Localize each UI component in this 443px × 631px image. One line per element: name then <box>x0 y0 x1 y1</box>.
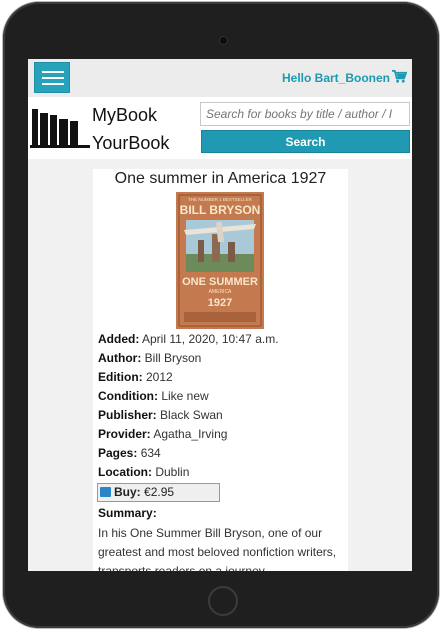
detail-value: 634 <box>140 446 161 460</box>
detail-author: Author: Bill Bryson <box>98 349 343 368</box>
logo-books-icon[interactable] <box>30 105 90 149</box>
detail-value: April 11, 2020, 10:47 a.m. <box>142 332 279 346</box>
detail-label: Location: <box>98 465 152 479</box>
detail-publisher: Publisher: Black Swan <box>98 406 343 425</box>
detail-added: Added: April 11, 2020, 10:47 a.m. <box>98 330 343 349</box>
summary-text: In his One Summer Bill Bryson, one of ou… <box>98 526 337 571</box>
buy-label: Buy: <box>114 485 141 499</box>
user-greeting-link[interactable]: Hello Bart_Boonen <box>282 71 390 85</box>
cover-author: BILL BRYSON <box>180 203 261 217</box>
cover-banner: THE NUMBER 1 BESTSELLER <box>188 197 253 202</box>
buy-button[interactable]: Buy: €2.95 <box>97 483 220 502</box>
detail-value: Dublin <box>155 465 190 479</box>
top-bar: Hello Bart_Boonen <box>28 59 412 97</box>
brand-line-1: MyBook <box>92 105 158 125</box>
cover-title-line-2: AMERICA <box>209 289 232 295</box>
hamburger-line <box>42 83 64 85</box>
hamburger-line <box>42 77 64 79</box>
detail-label: Added: <box>98 332 140 346</box>
search-button[interactable]: Search <box>201 130 410 153</box>
detail-location: Location: Dublin <box>98 463 343 482</box>
detail-label: Pages: <box>98 446 138 460</box>
detail-label: Edition: <box>98 370 143 384</box>
detail-label: Author: <box>98 351 142 365</box>
cart-icon[interactable] <box>392 69 407 84</box>
book-title: One summer in America 1927 <box>114 170 327 187</box>
search-input[interactable] <box>200 102 410 126</box>
screen: Hello Bart_Boonen MyBook YourBook Search… <box>28 59 412 571</box>
mail-icon <box>100 486 111 497</box>
hamburger-icon <box>42 71 64 73</box>
cover-title-line-1: ONE SUMMER <box>182 276 258 288</box>
price: €2.95 <box>144 485 175 499</box>
detail-value: Agatha_Irving <box>153 427 228 441</box>
menu-button[interactable] <box>34 62 70 93</box>
detail-value: Like new <box>161 389 209 403</box>
detail-provider: Provider: Agatha_Irving <box>98 425 343 444</box>
home-button[interactable] <box>208 586 238 616</box>
detail-value: 2012 <box>146 370 173 384</box>
brand-name[interactable]: MyBook YourBook <box>92 101 169 157</box>
detail-condition: Condition: Like new <box>98 387 343 406</box>
summary-label: Summary: <box>98 506 157 520</box>
detail-pages: Pages: 634 <box>98 444 343 463</box>
book-details: Added: April 11, 2020, 10:47 a.m. Author… <box>98 330 343 482</box>
detail-label: Publisher: <box>98 408 157 422</box>
brand-line-2: YourBook <box>92 133 170 153</box>
cover-title-line-3: 1927 <box>208 297 232 309</box>
book-cover-image[interactable]: THE NUMBER 1 BESTSELLER BILL BRYSON ONE … <box>176 192 264 329</box>
detail-value: Bill Bryson <box>144 351 202 365</box>
detail-label: Condition: <box>98 389 158 403</box>
detail-value: Black Swan <box>160 408 223 422</box>
detail-edition: Edition: 2012 <box>98 368 343 387</box>
camera-lens <box>219 36 228 45</box>
detail-label: Provider: <box>98 427 151 441</box>
